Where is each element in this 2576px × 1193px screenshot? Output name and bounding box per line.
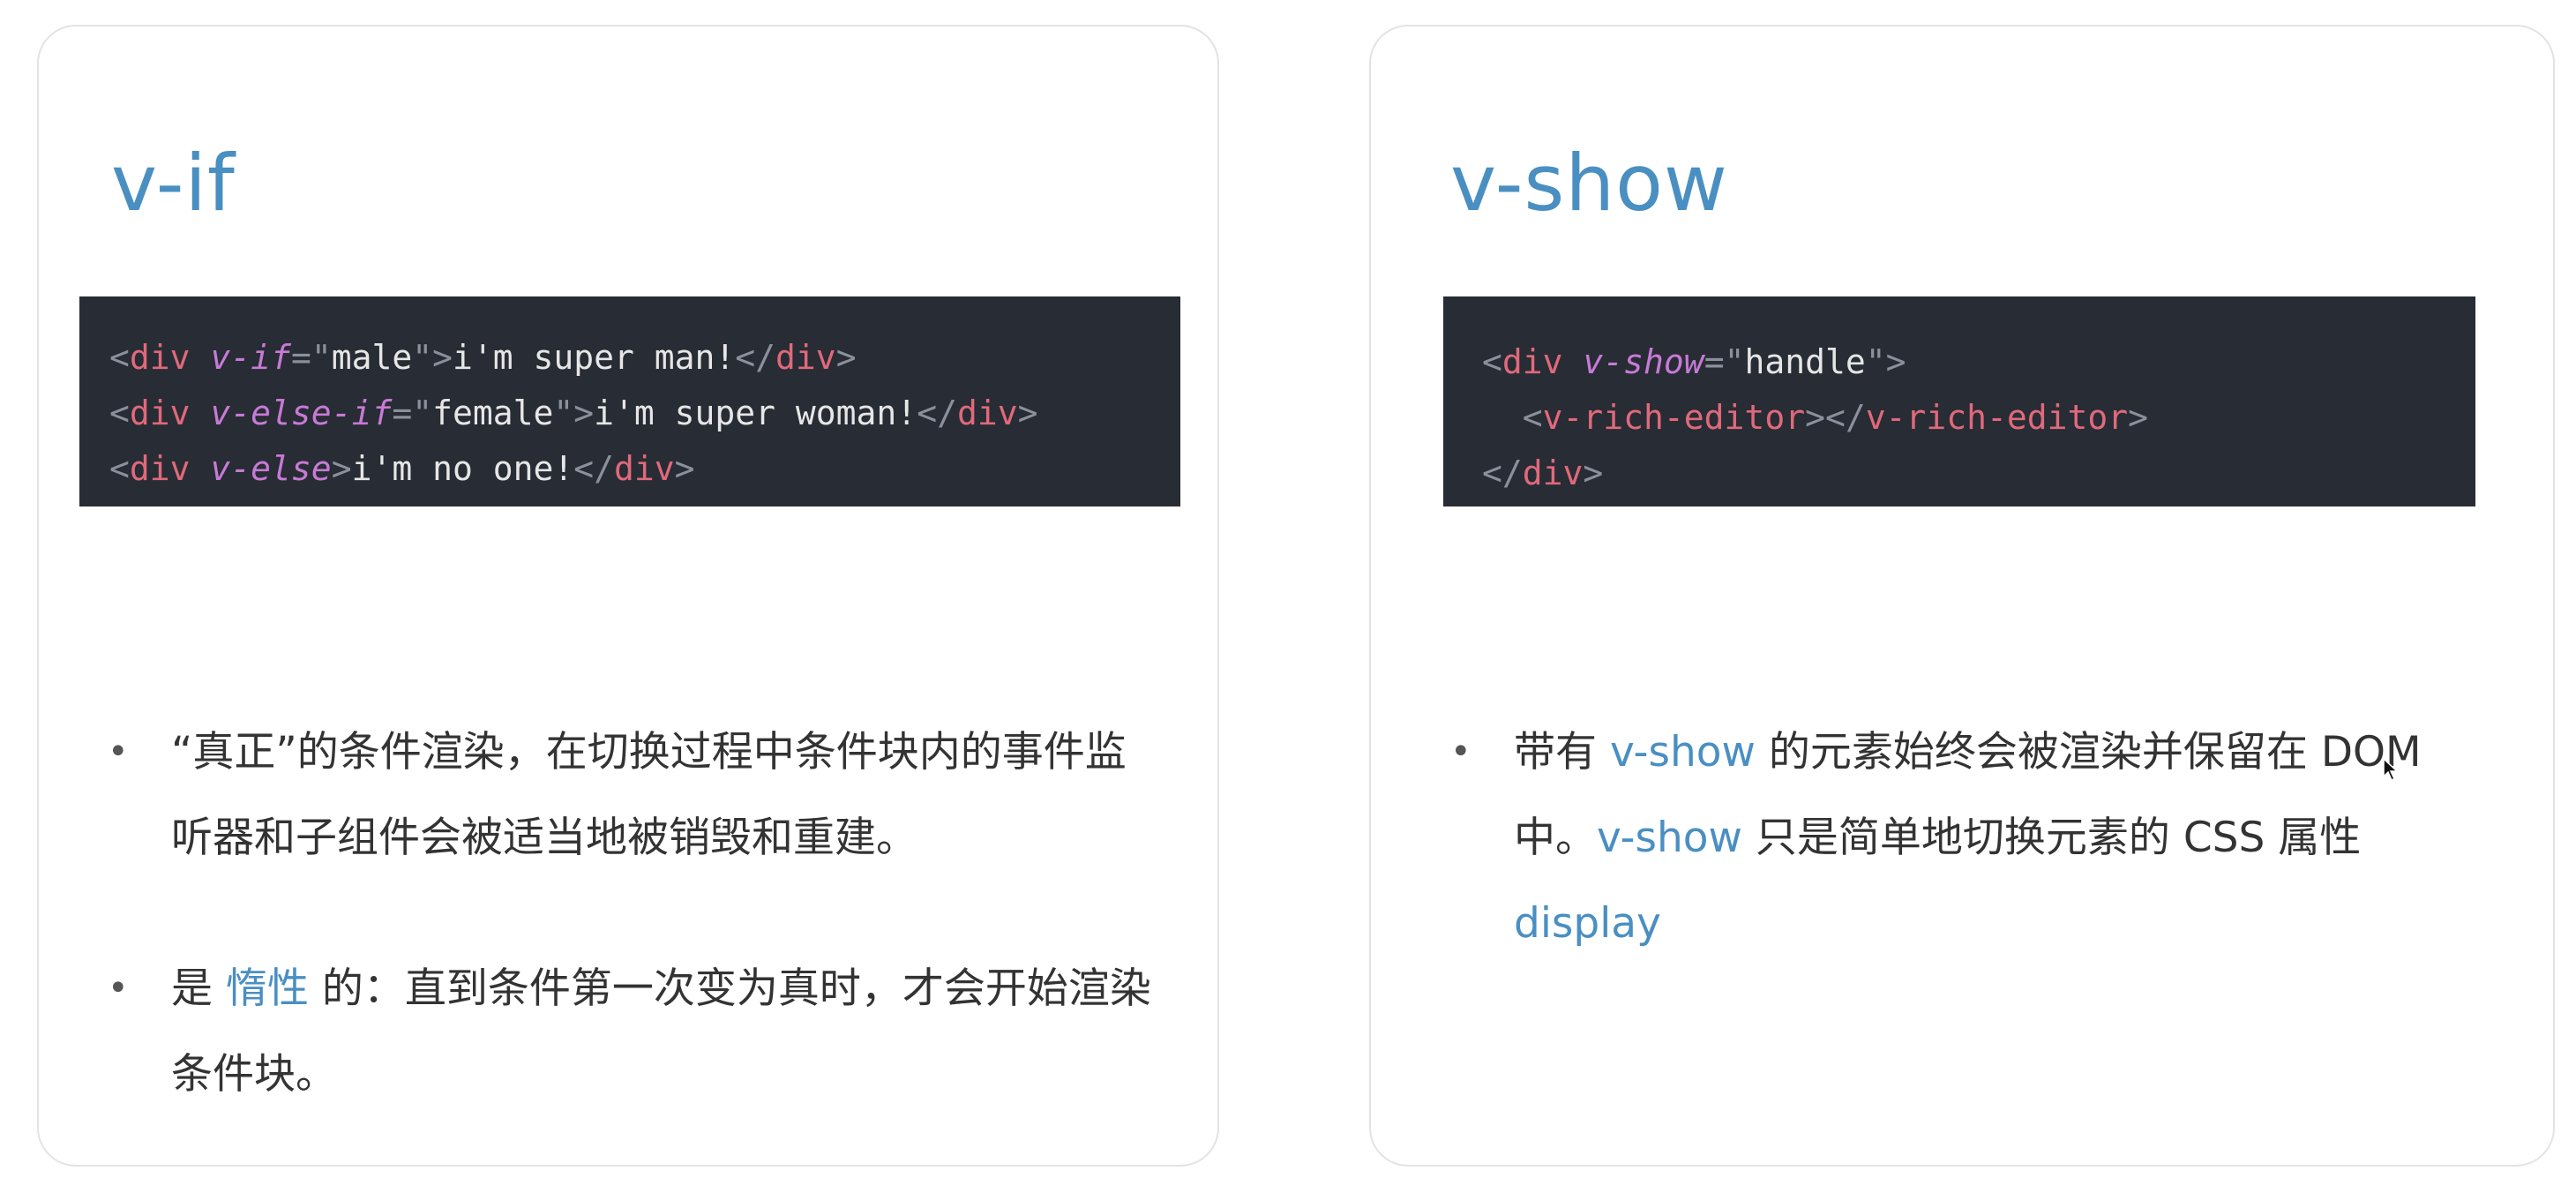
bullet-text: 只是简单地切换元素的 CSS 属性 (1741, 814, 2362, 862)
code-token: v-show (1583, 342, 1704, 381)
highlighted-term: display (1514, 899, 1661, 948)
code-token: v-rich-editor (1542, 398, 1806, 437)
code-token: > (331, 449, 352, 488)
bullet-text: 的：直到条件第一次变为真时，才会开始渲染条件块。 (171, 964, 1151, 1099)
bullet-item: • “真正”的条件渲染，在切换过程中条件块内的事件监听器和子组件会被适当地被销毁和… (108, 709, 1166, 881)
code-token: </ (917, 394, 957, 432)
code-token: < (1522, 398, 1543, 437)
code-token: "> (1865, 342, 1906, 381)
code-token: "> (553, 394, 595, 432)
bullet-item: • 带有 v-show 的元素始终会被渲染并保留在 DOM 中。v-show 只是… (1450, 709, 2509, 966)
bullet-text: 带有 (1514, 728, 1610, 777)
code-token: div (129, 394, 191, 432)
code-token: div (1522, 454, 1584, 492)
code-line: <div v-else>i'm no one!</div> (109, 441, 1180, 497)
code-token: div (1501, 342, 1563, 381)
v-if-bullet-list: • “真正”的条件渲染，在切换过程中条件块内的事件监听器和子组件会被适当地被销毁和… (108, 709, 1166, 1117)
code-token: </ (1482, 454, 1523, 492)
v-if-title: v-if (111, 138, 236, 229)
code-line: <div v-show="handle"> (1482, 334, 2475, 389)
code-token: handle (1744, 342, 1866, 381)
v-if-card: v-if <div v-if="male">i'm super man!</di… (37, 25, 1219, 1167)
bullet-text: “真正”的条件渲染，在切换过程中条件块内的事件监听器和子组件会被适当地被销毁和重… (171, 728, 1127, 862)
code-token: > (1017, 394, 1038, 432)
code-token: i'm no one! (351, 449, 574, 488)
code-token: div (129, 449, 191, 488)
code-token: div (775, 338, 836, 377)
code-token: =" (392, 394, 433, 432)
code-token: female (432, 394, 554, 432)
code-token: v-rich-editor (1865, 398, 2129, 437)
v-show-card: v-show <div v-show="handle"> <v-rich-edi… (1369, 25, 2555, 1167)
bullet-icon: • (1450, 732, 1471, 772)
code-token: > (2128, 398, 2149, 437)
code-token: > (674, 449, 695, 488)
code-token: div (614, 449, 675, 488)
code-line: <v-rich-editor></v-rich-editor> (1482, 389, 2475, 445)
code-line: </div> (1482, 445, 2475, 500)
mouse-pointer-icon (2383, 757, 2398, 782)
code-token: i'm super man! (452, 338, 736, 377)
code-token: < (109, 394, 130, 432)
code-token: male (331, 338, 413, 377)
v-if-code-block: <div v-if="male">i'm super man!</div> <di… (79, 296, 1180, 506)
bullet-icon: • (108, 732, 129, 772)
code-token: > (835, 338, 857, 377)
code-token: "> (412, 338, 453, 377)
bullet-icon: • (108, 968, 129, 1009)
code-token: </ (735, 338, 776, 377)
bullet-item: • 是 惰性 的：直到条件第一次变为真时，才会开始渲染条件块。 (108, 946, 1166, 1117)
highlighted-term: v-show (1597, 814, 1742, 862)
code-token: div (956, 394, 1018, 432)
code-token: </ (573, 449, 615, 488)
code-line: <div v-if="male">i'm super man!</div> (109, 330, 1180, 386)
code-token: < (109, 338, 130, 377)
v-show-bullet-list: • 带有 v-show 的元素始终会被渲染并保留在 DOM 中。v-show 只是… (1450, 709, 2509, 966)
code-token: v-else (210, 449, 332, 488)
code-token: < (109, 449, 130, 488)
code-token: =" (1704, 342, 1745, 381)
code-token: v-else-if (210, 394, 393, 432)
code-token: div (129, 338, 191, 377)
highlighted-term: v-show (1609, 728, 1756, 777)
code-token: v-if (210, 338, 291, 377)
code-token: i'm super woman! (594, 394, 917, 432)
highlighted-term: 惰性 (225, 964, 309, 1013)
code-token: =" (290, 338, 332, 377)
v-show-code-block: <div v-show="handle"> <v-rich-editor></v… (1443, 296, 2475, 506)
code-line: <div v-else-if="female">i'm super woman!… (109, 386, 1180, 441)
bullet-text: 是 (171, 964, 226, 1013)
code-token: ></ (1805, 398, 1866, 437)
code-token: < (1482, 342, 1502, 381)
code-token: > (1583, 454, 1604, 492)
v-show-title: v-show (1450, 138, 1728, 229)
